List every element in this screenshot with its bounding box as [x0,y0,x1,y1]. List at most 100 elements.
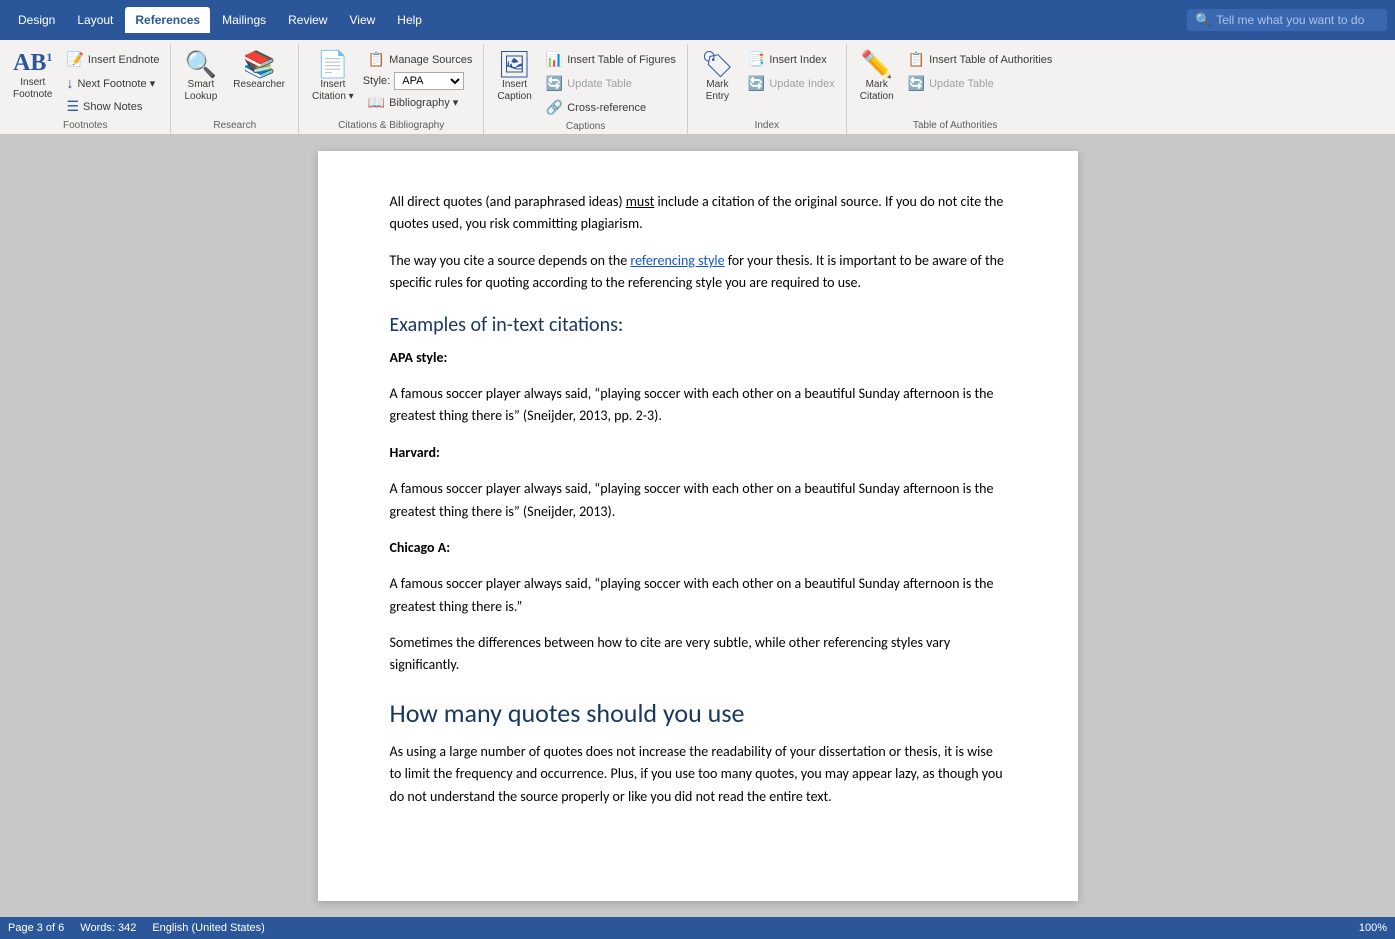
update-table-captions-icon: 🔄 [546,75,563,92]
update-table-captions-label: Update Table [567,78,632,90]
referencing-style-link[interactable]: referencing style [630,252,724,269]
tab-mailings[interactable]: Mailings [212,7,276,33]
insert-index-icon: 📑 [748,51,765,68]
index-col: 📑 Insert Index 🔄 Update Index [743,46,840,95]
tab-view[interactable]: View [339,7,385,33]
tab-review[interactable]: Review [278,7,337,33]
insert-index-button[interactable]: 📑 Insert Index [743,48,840,71]
update-index-button[interactable]: 🔄 Update Index [743,72,840,95]
manage-sources-label: Manage Sources [389,54,472,66]
cross-reference-button[interactable]: 🔗 Cross-reference [541,96,681,119]
must-text: must [626,193,655,210]
update-index-label: Update Index [769,78,834,90]
insert-table-figures-button[interactable]: 📊 Insert Table of Figures [541,48,681,71]
mark-entry-icon: 🏷 [701,51,734,77]
next-footnote-label: Next Footnote ▾ [77,77,155,90]
heading-how-many: How many quotes should you use [390,697,1006,729]
ribbon-group-index: 🏷 MarkEntry 📑 Insert Index 🔄 Update Inde… [688,44,847,134]
search-bar[interactable]: 🔍 [1187,9,1387,31]
paragraph-1: All direct quotes (and paraphrased ideas… [390,191,1006,236]
authorities-items: ✏️ MarkCitation 📋 Insert Table of Author… [853,46,1058,118]
insert-caption-button[interactable]: 🖼 InsertCaption [490,46,538,108]
ribbon-group-footnotes: AB1 InsertFootnote 📝 Insert Endnote ↓ Ne… [0,44,171,134]
mark-entry-label: MarkEntry [706,79,729,103]
researcher-label: Researcher [233,79,285,91]
mark-citation-label: MarkCitation [860,79,894,103]
mark-entry-button[interactable]: 🏷 MarkEntry [694,46,741,108]
footnotes-items: AB1 InsertFootnote 📝 Insert Endnote ↓ Ne… [6,46,164,118]
insert-footnote-icon: AB1 [13,51,52,75]
apa-label: APA style: [390,347,1006,369]
insert-citation-label: InsertCitation ▾ [312,79,354,103]
insert-citation-icon: 📄 [317,51,349,77]
search-icon: 🔍 [1195,12,1211,28]
search-input[interactable] [1216,13,1376,27]
style-label: Style: [363,75,391,87]
research-items: 🔍 SmartLookup 📚 Researcher [177,46,292,118]
heading-examples: Examples of in-text citations: [390,313,1006,337]
mark-citation-button[interactable]: ✏️ MarkCitation [853,46,901,108]
doc-page[interactable]: All direct quotes (and paraphrased ideas… [318,151,1078,901]
menu-bar: Design Layout References Mailings Review… [0,0,1395,40]
bibliography-icon: 📖 [368,94,385,111]
style-row: Style: APA Harvard Chicago MLA [363,72,478,90]
manage-sources-button[interactable]: 📋 Manage Sources [363,48,478,71]
update-table-auth-icon: 🔄 [908,75,925,92]
zoom-level: 100% [1359,922,1387,934]
smart-lookup-icon: 🔍 [185,51,217,77]
language: English (United States) [152,922,265,934]
next-footnote-icon: ↓ [66,75,73,91]
researcher-button[interactable]: 📚 Researcher [226,46,292,96]
harvard-label: Harvard: [390,442,1006,464]
insert-index-label: Insert Index [769,54,826,66]
mark-citation-icon: ✏️ [861,51,893,77]
insert-table-figures-label: Insert Table of Figures [567,54,676,66]
bibliography-label: Bibliography ▾ [389,96,458,109]
tab-references[interactable]: References [125,7,210,33]
ribbon-group-research: 🔍 SmartLookup 📚 Researcher Research [171,44,299,134]
paragraph-differences: Sometimes the differences between how to… [390,632,1006,677]
index-items: 🏷 MarkEntry 📑 Insert Index 🔄 Update Inde… [694,46,840,118]
update-table-captions-button[interactable]: 🔄 Update Table [541,72,681,95]
smart-lookup-button[interactable]: 🔍 SmartLookup [177,46,224,108]
manage-sources-icon: 📋 [368,51,385,68]
captions-group-label: Captions [490,119,681,135]
authorities-col: 📋 Insert Table of Authorities 🔄 Update T… [903,46,1058,95]
show-notes-icon: ☰ [66,98,79,115]
bibliography-button[interactable]: 📖 Bibliography ▾ [363,91,478,114]
word-count: Words: 342 [80,922,136,934]
citations-group-label: Citations & Bibliography [305,118,477,134]
ribbon-group-authorities: ✏️ MarkCitation 📋 Insert Table of Author… [847,44,1064,134]
insert-footnote-button[interactable]: AB1 InsertFootnote [6,46,59,106]
show-notes-button[interactable]: ☰ Show Notes [61,95,164,118]
ribbon: AB1 InsertFootnote 📝 Insert Endnote ↓ Ne… [0,40,1395,135]
insert-endnote-label: Insert Endnote [88,54,160,66]
status-right: 100% [1359,922,1387,934]
tab-help[interactable]: Help [387,7,432,33]
insert-table-authorities-icon: 📋 [908,51,925,68]
insert-table-authorities-button[interactable]: 📋 Insert Table of Authorities [903,48,1058,71]
show-notes-label: Show Notes [83,101,142,113]
chicago-example: A famous soccer player always said, “pla… [390,573,1006,618]
cross-reference-icon: 🔗 [546,99,563,116]
paragraph-2: The way you cite a source depends on the… [390,250,1006,295]
research-group-label: Research [177,118,292,134]
authorities-group-label: Table of Authorities [853,118,1058,134]
researcher-icon: 📚 [243,51,275,77]
document-area: All direct quotes (and paraphrased ideas… [0,135,1395,917]
insert-citation-button[interactable]: 📄 InsertCitation ▾ [305,46,361,108]
tab-design[interactable]: Design [8,7,65,33]
captions-items: 🖼 InsertCaption 📊 Insert Table of Figure… [490,46,681,119]
tab-layout[interactable]: Layout [67,7,123,33]
insert-endnote-button[interactable]: 📝 Insert Endnote [61,48,164,71]
insert-footnote-label: InsertFootnote [13,77,52,101]
insert-table-figures-icon: 📊 [546,51,563,68]
next-footnote-button[interactable]: ↓ Next Footnote ▾ [61,72,164,94]
footnotes-col: 📝 Insert Endnote ↓ Next Footnote ▾ ☰ Sho… [61,46,164,118]
cross-reference-label: Cross-reference [567,102,646,114]
ribbon-group-citations: 📄 InsertCitation ▾ 📋 Manage Sources Styl… [299,44,484,134]
update-index-icon: 🔄 [748,75,765,92]
apa-example: A famous soccer player always said, “pla… [390,383,1006,428]
style-select[interactable]: APA Harvard Chicago MLA [394,72,464,90]
update-table-auth-button[interactable]: 🔄 Update Table [903,72,1058,95]
